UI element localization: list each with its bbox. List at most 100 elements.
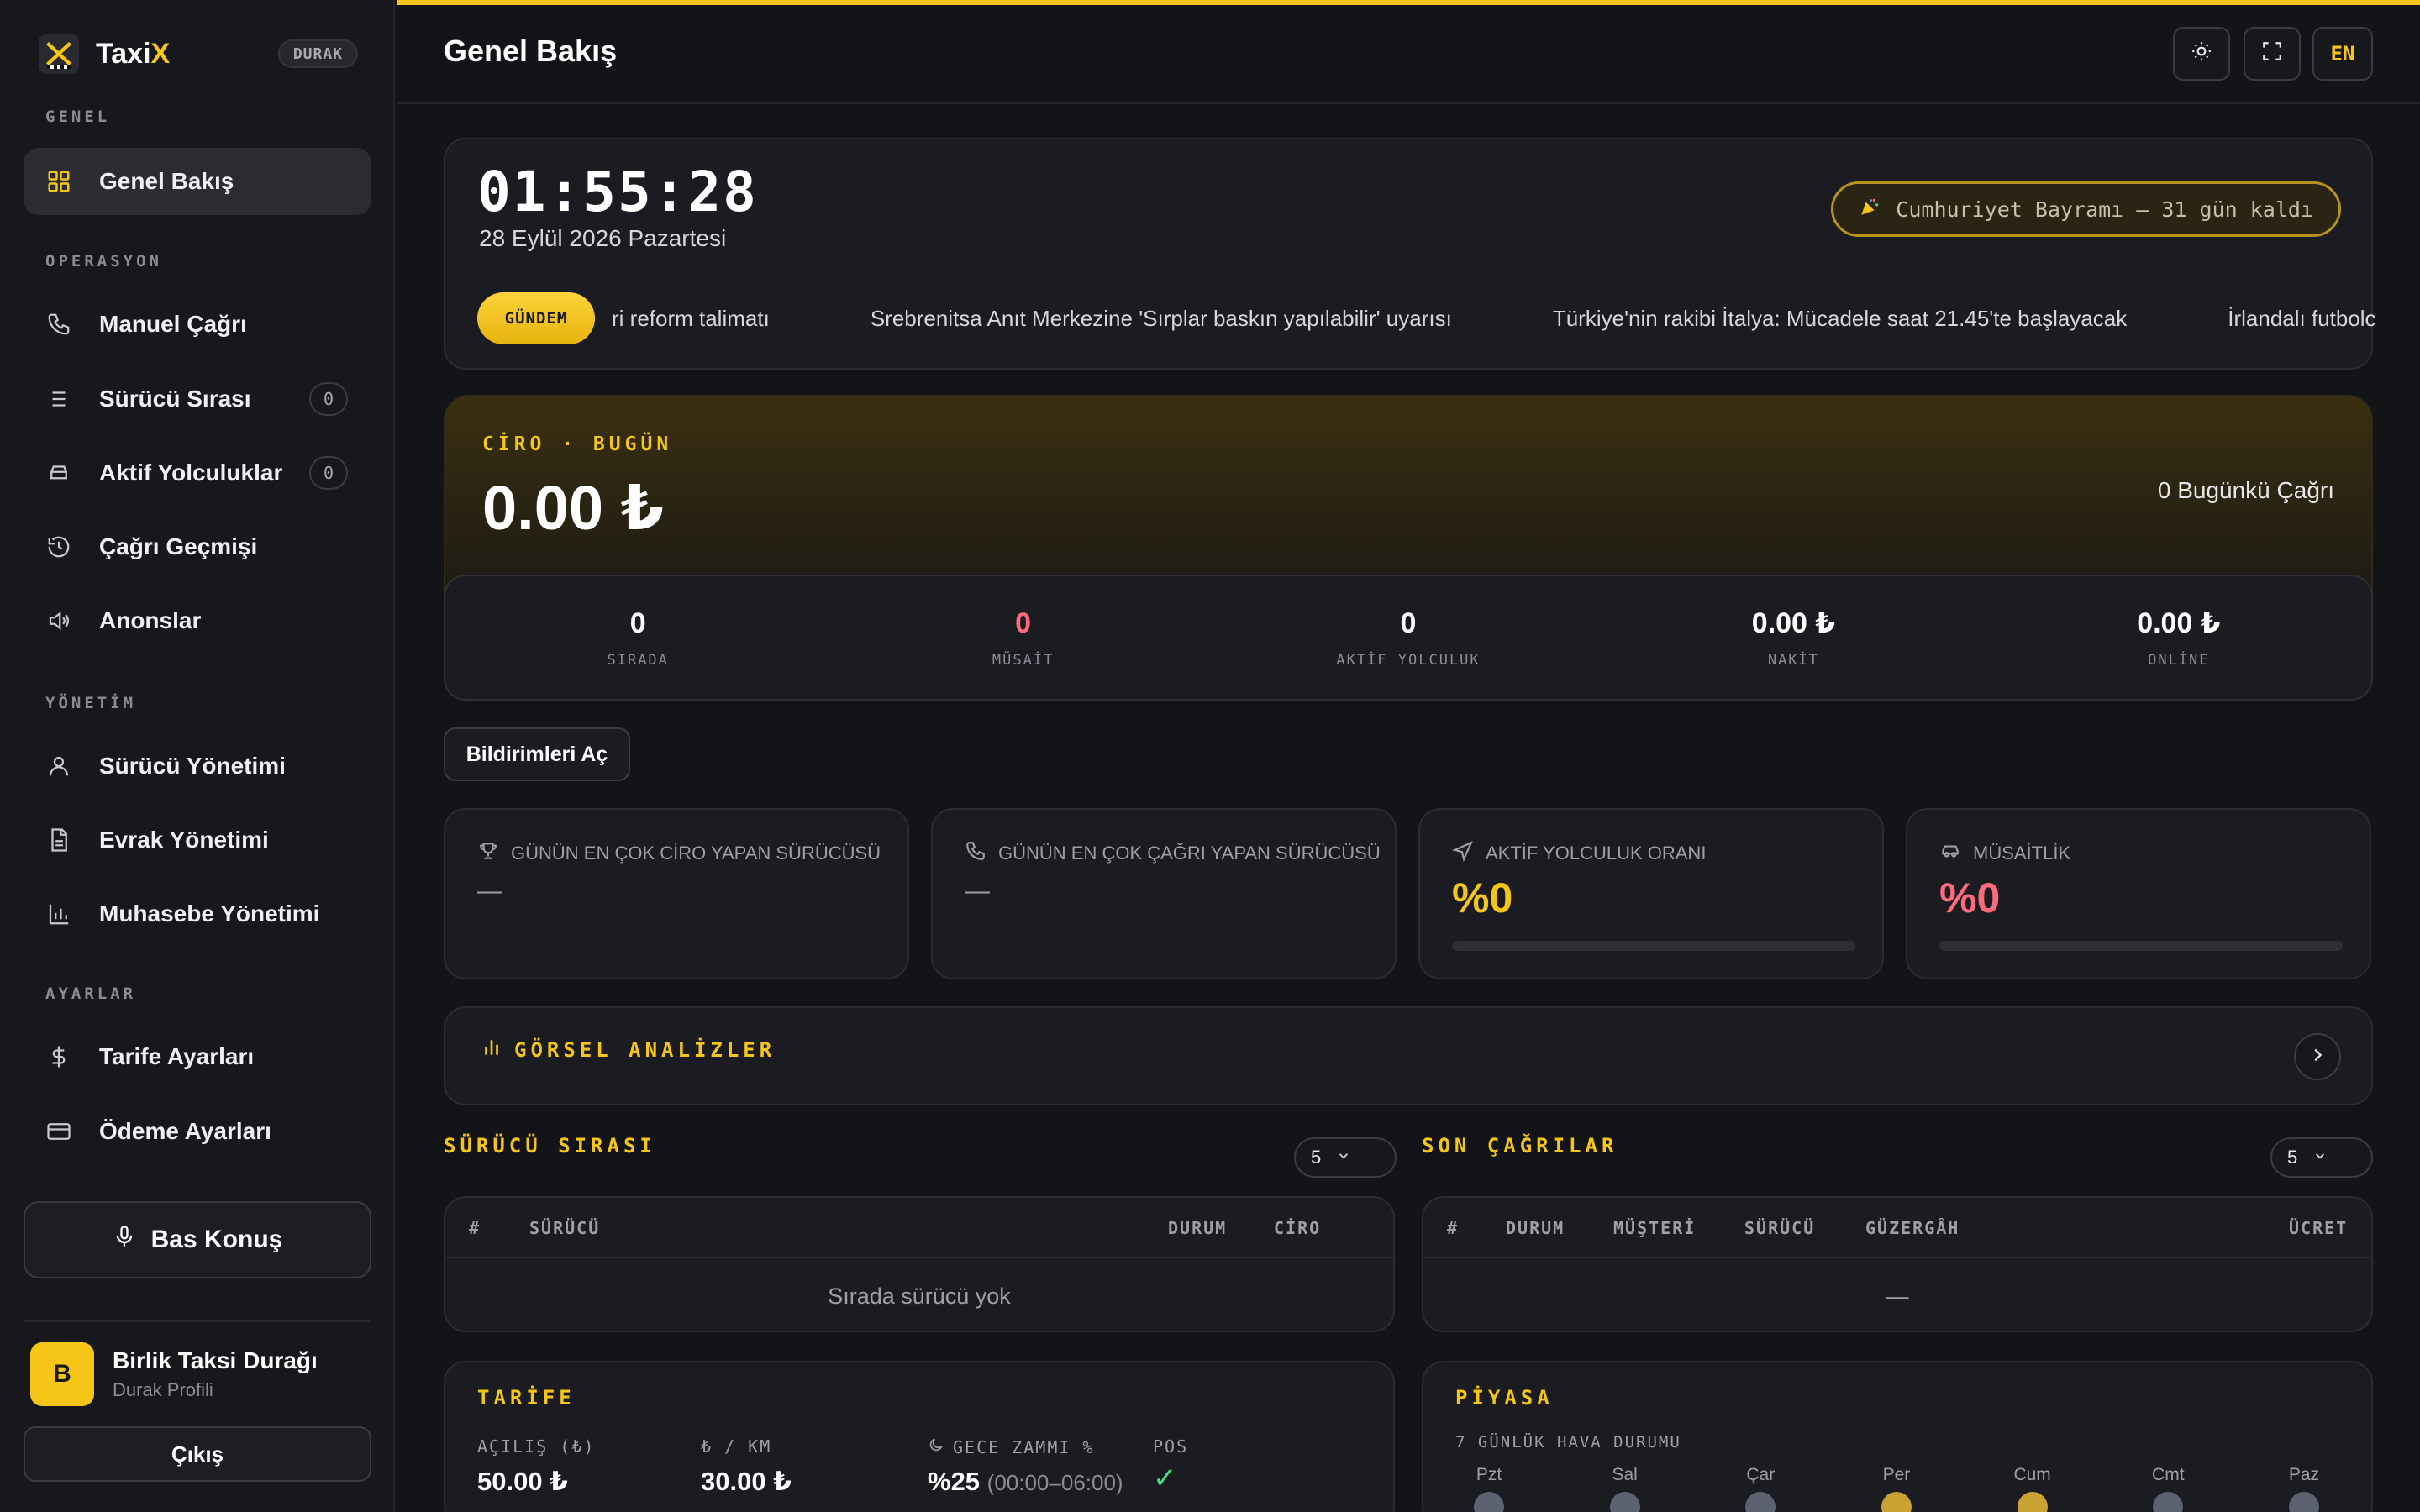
recent-calls-title: SON ÇAĞRILAR [1422,1134,1618,1158]
news-item[interactable]: Srebrenitsa Anıt Merkezine 'Sırplar bask… [871,306,1452,332]
revenue-value: 0.00 ₺ [482,473,665,543]
stat-in-queue: 0 SIRADA [445,576,830,699]
column-header[interactable]: DURUM [1506,1218,1565,1238]
analytics-title: GÖRSEL ANALİZLER [514,1038,776,1062]
car-icon [44,458,74,488]
nav-section-operations: OPERASYON [45,252,162,270]
night-hours: (00:00–06:00) [986,1470,1123,1495]
stat-label: SIRADA [607,651,669,669]
market-title: PİYASA [1455,1386,1554,1410]
weather-day: Sal [1591,1465,1659,1512]
kpi-top-revenue-driver: GÜNÜN EN ÇOK CİRO YAPAN SÜRÜCÜSÜ — [444,808,909,979]
sidebar-item-label: Evrak Yönetimi [99,827,269,853]
sidebar-item-label: Ödeme Ayarları [99,1118,271,1144]
driver-queue-count-badge: 0 [309,382,348,416]
nav-section-general: GENEL [45,108,111,126]
news-item[interactable]: Türkiye'nin rakibi İtalya: Mücadele saat… [1553,306,2127,332]
weather-day: Per [1863,1465,1930,1512]
expand-analytics-button[interactable] [2294,1033,2341,1080]
column-header[interactable]: SÜRÜCÜ [529,1218,600,1238]
stat-value: 0 [1400,606,1417,639]
sidebar-item-call-history[interactable]: Çağrı Geçmişi [24,513,371,580]
per-km-label: ₺ / KM [701,1436,772,1457]
kpi-value: — [965,877,990,905]
kpi-title: AKTİF YOLCULUK ORANI [1486,843,1707,864]
recent-calls-page-size-select[interactable]: 5 [2270,1137,2373,1178]
opening-fee-label: AÇILIŞ (₺) [477,1436,596,1457]
table-header: # SÜRÜCÜ DURUM CİRO [445,1198,1393,1258]
opening-fee-value: 50.00 ₺ [477,1467,568,1496]
driver-queue-table: # SÜRÜCÜ DURUM CİRO Sırada sürücü yok [444,1196,1395,1332]
push-to-talk-button[interactable]: Bas Konuş [24,1201,371,1278]
clock-card: 01:55:28 28 Eylül 2026 Pazartesi Cumhuri… [444,138,2375,370]
sidebar-item-driver-queue[interactable]: Sürücü Sırası 0 [24,365,371,433]
table-header: # DURUM MÜŞTERİ SÜRÜCÜ GÜZERGÂH ÜCRET [1423,1198,2371,1258]
pos-label: POS [1153,1436,1189,1457]
column-header[interactable]: DURUM [1168,1218,1227,1238]
brand[interactable]: TaxiX DURAK [39,32,358,76]
stat-label: ONLİNE [2148,652,2210,669]
list-icon [44,384,74,414]
tariff-card: TARİFE AÇILIŞ (₺) 50.00 ₺ ₺ / KM 30.00 ₺… [444,1361,1395,1512]
partly-sunny-icon [1881,1492,1912,1512]
grid-icon [44,166,74,197]
trophy-icon [477,840,499,867]
stat-active-rides: 0 AKTİF YOLCULUK [1216,576,1601,699]
sidebar-item-overview[interactable]: Genel Bakış [24,148,371,215]
news-badge: GÜNDEM [477,292,595,344]
visual-analytics-panel[interactable]: GÖRSEL ANALİZLER [444,1006,2373,1105]
kpi-title: GÜNÜN EN ÇOK CİRO YAPAN SÜRÜCÜSÜ [511,843,881,864]
credit-card-icon [44,1116,74,1147]
kpi-active-ride-ratio: AKTİF YOLCULUK ORANI %0 [1418,808,1884,979]
holiday-text: Cumhuriyet Bayramı — 31 gün kaldı [1896,197,2313,222]
stat-label: MÜSAİT [992,651,1055,669]
history-icon [44,532,74,562]
sidebar-item-active-rides[interactable]: Aktif Yolculuklar 0 [24,439,371,507]
language-button[interactable]: EN [2312,27,2373,81]
sidebar-item-document-management[interactable]: Evrak Yönetimi [24,806,371,874]
night-surcharge-label: GECE ZAMMI % [928,1436,1095,1457]
page-title: Genel Bakış [444,34,618,68]
dollar-icon [44,1042,74,1072]
column-header[interactable]: # [469,1218,481,1238]
sidebar-item-label: Tarife Ayarları [99,1043,255,1069]
party-popper-icon [1859,196,1881,223]
cloud-icon [2153,1492,2184,1512]
column-header[interactable]: MÜŞTERİ [1613,1218,1696,1238]
column-header[interactable]: # [1447,1218,1459,1238]
weather-day: Pzt [1455,1465,1523,1512]
news-item[interactable]: ri reform talimatı [612,306,770,332]
sidebar-item-payment-settings[interactable]: Ödeme Ayarları [24,1098,371,1165]
kpi-value: %0 [1452,874,1513,921]
night-surcharge-value: %25 (00:00–06:00) [928,1467,1123,1497]
profile-role: Durak Profili [113,1379,213,1400]
logout-button[interactable]: Çıkış [24,1426,371,1482]
news-ticker[interactable]: ri reform talimatı Srebrenitsa Anıt Merk… [612,292,2375,344]
sidebar-item-driver-management[interactable]: Sürücü Yönetimi [24,732,371,800]
station-profile[interactable]: B Birlik Taksi Durağı Durak Profili [30,1341,366,1408]
push-to-talk-label: Bas Konuş [150,1226,283,1253]
sidebar-item-accounting[interactable]: Muhasebe Yönetimi [24,880,371,948]
weather-day-label: Per [1882,1465,1911,1484]
column-header[interactable]: CİRO [1274,1218,1321,1238]
fullscreen-button[interactable] [2244,27,2301,81]
sidebar-item-announcements[interactable]: Anonslar [24,587,371,654]
stat-available: 0 MÜSAİT [830,576,1215,699]
enable-notifications-button[interactable]: Bildirimleri Aç [444,727,630,781]
empty-state: Sırada sürücü yok [828,1283,1011,1309]
theme-toggle-button[interactable] [2173,27,2230,81]
sidebar-item-manual-call[interactable]: Manuel Çağrı [24,291,371,358]
weather-day: Cmt [2134,1465,2202,1512]
column-header[interactable]: ÜCRET [2289,1218,2348,1238]
column-header[interactable]: SÜRÜCÜ [1744,1218,1815,1238]
sidebar-item-tariff-settings[interactable]: Tarife Ayarları [24,1023,371,1090]
column-header[interactable]: GÜZERGÂH [1865,1218,1960,1238]
driver-queue-page-size-select[interactable]: 5 [1294,1137,1397,1178]
news-item[interactable]: İrlandalı futbolc [2228,306,2375,332]
chevron-right-icon [2308,1046,2327,1068]
car-icon [1939,840,1961,867]
empty-state: — [1886,1283,1909,1309]
weather-day: Çar [1727,1465,1794,1512]
avatar: B [30,1342,94,1406]
phone-icon [44,309,74,339]
